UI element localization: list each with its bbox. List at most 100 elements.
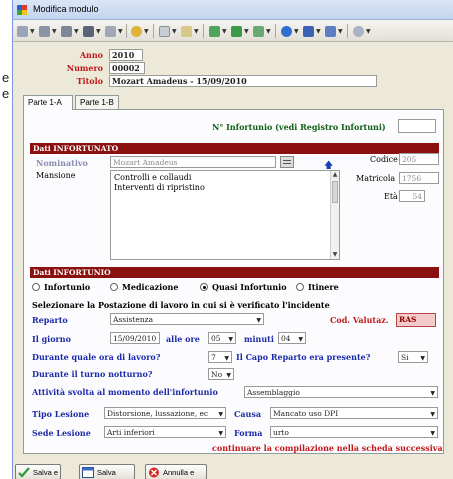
eta-field[interactable]: 54	[399, 190, 425, 202]
anno-field[interactable]: 2010	[109, 49, 143, 61]
database-button[interactable]: ▼	[131, 24, 149, 38]
cod-valutaz-label: Cod. Valutaz.	[330, 315, 389, 325]
forma-label: Forma	[234, 428, 263, 438]
radio-itinere-label: Itinere	[308, 282, 339, 292]
database-icon	[131, 25, 142, 37]
window-icon	[82, 466, 94, 478]
add-button[interactable]: ▼	[231, 24, 249, 38]
numero-field[interactable]: 00002	[109, 62, 145, 74]
copy-icon	[159, 25, 170, 37]
window-title: Modifica modulo	[33, 4, 99, 14]
title-bar: Modifica modulo	[13, 0, 453, 20]
view-button[interactable]: ▼	[325, 24, 343, 38]
salva-chiudi-label: Salva e	[33, 467, 59, 477]
help-button[interactable]: ▼	[281, 24, 299, 38]
chevron-down-icon: ▼	[224, 355, 229, 362]
move-button[interactable]: ▼	[209, 24, 227, 38]
turno-select[interactable]: No ▼	[208, 368, 234, 380]
new-record-button[interactable]: ▼	[17, 24, 35, 38]
chevron-down-icon: ▼	[244, 27, 249, 35]
radio-quasi-infortunio[interactable]	[200, 283, 208, 291]
matricola-label: Matricola	[356, 174, 396, 183]
capo-reparto-select[interactable]: Si ▼	[398, 351, 428, 363]
tipo-lesione-select[interactable]: Distorsione, lussazione, ec ▼	[104, 407, 226, 419]
giorno-label: Il giorno	[32, 334, 71, 344]
link-button[interactable]: ▼	[253, 24, 271, 38]
salva-button[interactable]: Salva	[79, 464, 135, 479]
cod-valutaz-field[interactable]: RAS	[396, 313, 436, 327]
chevron-down-icon: ▼	[256, 317, 261, 324]
add-icon	[231, 25, 242, 37]
capo-reparto-label: Il Capo Reparto era presente?	[236, 352, 371, 362]
minuti-value: 04	[281, 334, 291, 343]
mansione-textarea[interactable]: Controlli e collaudi Interventi di ripri…	[110, 170, 340, 260]
minuti-select[interactable]: 04 ▼	[278, 332, 306, 344]
copy-button[interactable]: ▼	[159, 24, 177, 38]
tools-button[interactable]: ▼	[61, 24, 79, 38]
chevron-down-icon: ▼	[218, 430, 223, 437]
move-icon	[209, 25, 220, 37]
radio-medicazione[interactable]	[110, 283, 118, 291]
ora-lavoro-select[interactable]: 7 ▼	[208, 351, 232, 363]
matricola-field[interactable]: 1756	[399, 172, 439, 184]
search-icon	[353, 25, 364, 37]
radio-itinere[interactable]	[296, 283, 304, 291]
search-button[interactable]: ▼	[353, 24, 371, 38]
codice-field[interactable]: 205	[399, 153, 439, 165]
document-icon	[17, 25, 28, 37]
sede-lesione-value: Arti inferiori	[107, 428, 155, 437]
radio-infortunio[interactable]	[32, 283, 40, 291]
toolbar-separator	[203, 24, 204, 38]
annulla-button[interactable]: Annulla e	[145, 464, 207, 479]
tab-parte-1a[interactable]: Parte 1-A	[23, 95, 73, 110]
attivita-select[interactable]: Assemblaggio ▼	[244, 386, 438, 398]
scroll-down-icon[interactable]: ▼	[331, 251, 339, 259]
ora-lavoro-value: 7	[211, 353, 216, 362]
sede-lesione-label: Sede Lesione	[32, 428, 91, 438]
attivita-label: Attività svolta al momento dell'infortun…	[32, 387, 218, 397]
chevron-down-icon: ▼	[144, 27, 149, 35]
titolo-field[interactable]: Mozart Amadeus - 15/09/2010	[109, 75, 377, 87]
registro-field[interactable]	[398, 119, 436, 133]
registro-label: N° Infortunio (vedi Registro Infortuni)	[212, 122, 386, 132]
textarea-scrollbar[interactable]: ▲ ▼	[330, 171, 339, 259]
lookup-button[interactable]	[280, 156, 294, 168]
sede-lesione-select[interactable]: Arti inferiori ▼	[104, 426, 226, 438]
grid-icon	[303, 25, 314, 37]
forma-value: urto	[273, 428, 289, 437]
grid-button[interactable]: ▼	[303, 24, 321, 38]
ora-lavoro-label: Durante quale ora di lavoro?	[32, 352, 161, 362]
toolbar: ▼ ▼ ▼ ▼ ▼ ▼ ▼ ▼ ▼ ▼ ▼ ▼ ▼ ▼ ▼	[13, 20, 453, 42]
modifica-modulo-window: Modifica modulo ▼ ▼ ▼ ▼ ▼ ▼ ▼ ▼ ▼ ▼ ▼ ▼ …	[12, 0, 453, 479]
tab-parte-1b[interactable]: Parte 1-B	[75, 95, 119, 109]
print-button[interactable]: ▼	[39, 24, 57, 38]
nominativo-field[interactable]: Mozart Amadeus	[110, 156, 276, 168]
mansione-line: Controlli e collaudi	[114, 173, 192, 182]
reparto-select[interactable]: Assistenza ▼	[110, 313, 264, 325]
cancel-icon	[149, 467, 159, 477]
numero-label: Numero	[66, 63, 103, 73]
ore-select[interactable]: 05 ▼	[208, 332, 236, 344]
forma-select[interactable]: urto ▼	[270, 426, 438, 438]
giorno-field[interactable]: 15/09/2010	[110, 332, 160, 344]
scroll-thumb[interactable]	[332, 181, 338, 203]
list-button[interactable]: ▼	[105, 24, 123, 38]
chevron-down-icon: ▼	[30, 27, 35, 35]
minuti-label: minuti	[244, 334, 274, 344]
salva-label: Salva	[97, 467, 116, 477]
ore-value: 05	[211, 334, 221, 343]
anno-label: Anno	[79, 50, 103, 60]
salva-chiudi-button[interactable]: Salva e	[15, 464, 61, 479]
chevron-down-icon: ▼	[430, 430, 435, 437]
export-button[interactable]: ▼	[181, 24, 199, 38]
reparto-value: Assistenza	[113, 315, 154, 324]
chevron-down-icon: ▼	[338, 27, 343, 35]
users-button[interactable]: ▼	[83, 24, 101, 38]
radio-medicazione-label: Medicazione	[122, 282, 179, 292]
eta-label: Età	[384, 192, 398, 201]
section-dati-infortunio: Dati INFORTUNIO	[30, 267, 439, 278]
scroll-up-icon[interactable]: ▲	[331, 171, 339, 179]
causa-select[interactable]: Mancato uso DPI ▼	[270, 407, 438, 419]
turno-label: Durante il turno notturno?	[32, 369, 153, 379]
toolbar-separator	[126, 24, 127, 38]
